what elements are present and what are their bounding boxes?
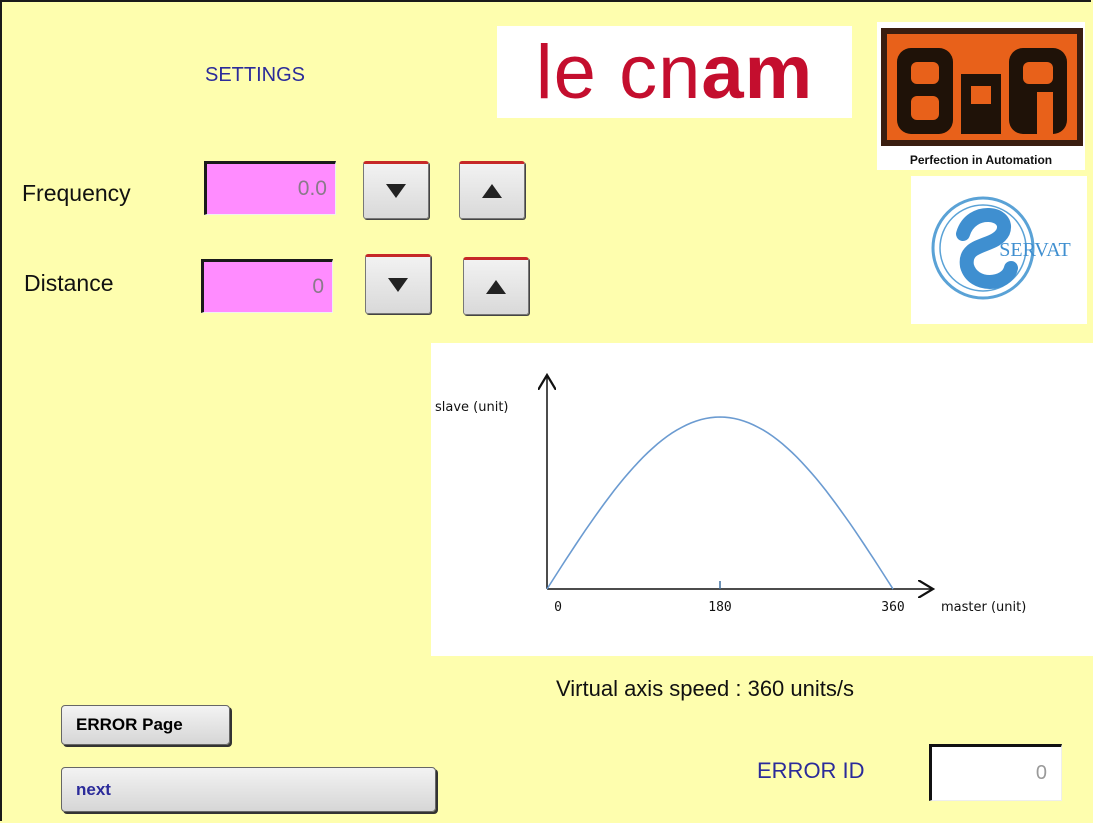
error-page-button[interactable]: ERROR Page bbox=[61, 705, 230, 745]
br-tagline: Perfection in Automation bbox=[910, 153, 1052, 167]
page-title: SETTINGS bbox=[205, 64, 306, 86]
br-logo: Perfection in Automation bbox=[877, 22, 1085, 170]
frequency-field[interactable]: 0.0 bbox=[204, 161, 336, 215]
next-button[interactable]: next bbox=[61, 767, 436, 812]
x-tick-label: 360 bbox=[881, 600, 904, 615]
frequency-label: Frequency bbox=[22, 180, 131, 206]
distance-decrease-button[interactable] bbox=[365, 254, 431, 314]
frequency-increase-button[interactable] bbox=[459, 161, 525, 219]
x-tick-label: 0 bbox=[554, 600, 562, 615]
error-id-field: 0 bbox=[929, 744, 1062, 801]
distance-increase-button[interactable] bbox=[463, 257, 529, 315]
arrow-down-icon bbox=[386, 184, 406, 198]
error-id-label: ERROR ID bbox=[757, 758, 865, 783]
virtual-axis-speed: Virtual axis speed : 360 units/s bbox=[556, 676, 854, 701]
frequency-decrease-button[interactable] bbox=[363, 161, 429, 219]
chart-svg: slave (unit) master (unit) 0 180 360 bbox=[435, 343, 1026, 615]
x-tick-label: 180 bbox=[708, 600, 731, 615]
motion-profile-chart: slave (unit) master (unit) 0 180 360 bbox=[431, 343, 1093, 656]
arrow-up-icon bbox=[482, 184, 502, 198]
distance-field[interactable]: 0 bbox=[201, 259, 333, 313]
distance-label: Distance bbox=[24, 270, 114, 296]
x-axis-label: master (unit) bbox=[941, 600, 1026, 615]
cnam-logo-text: le cnam bbox=[535, 29, 814, 115]
servat-logo: SERVAT bbox=[911, 176, 1087, 324]
cnam-logo: le cnam bbox=[497, 26, 852, 118]
arrow-down-icon bbox=[388, 278, 408, 292]
y-axis-label: slave (unit) bbox=[435, 400, 509, 415]
servat-text: SERVAT bbox=[999, 239, 1070, 261]
slave-curve bbox=[546, 416, 894, 590]
arrow-up-icon bbox=[486, 280, 506, 294]
br-logo-mark: Perfection in Automation bbox=[881, 28, 1083, 167]
